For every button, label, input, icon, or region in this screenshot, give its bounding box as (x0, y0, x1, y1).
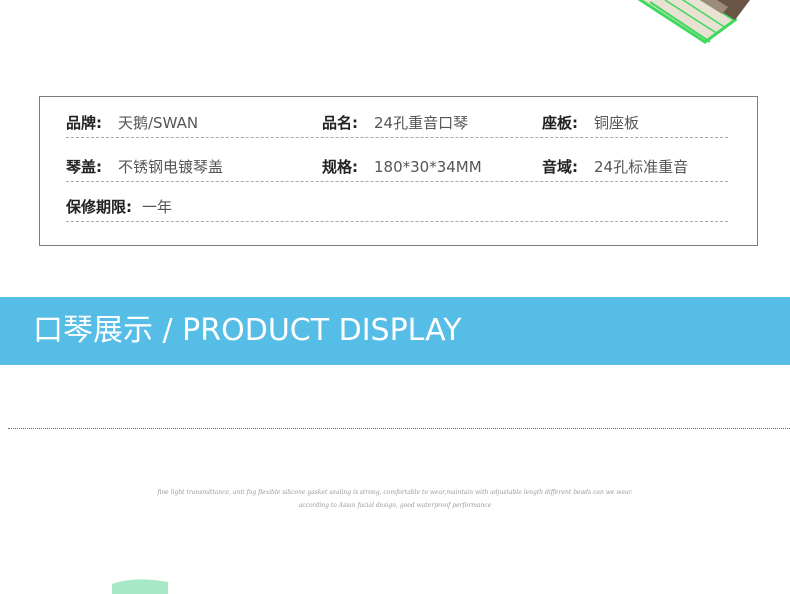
spec-label: 音域: (542, 158, 578, 176)
spec-row: 琴盖: 不锈钢电镀琴盖 规格: 180*30*34MM 音域: 24孔标准重音 (66, 141, 728, 182)
spec-value: 一年 (142, 198, 173, 216)
harmonica-image (112, 579, 168, 594)
spec-product-name: 品名: 24孔重音口琴 (322, 114, 468, 132)
spec-value: 天鹅/SWAN (118, 114, 199, 132)
spec-value: 不锈钢电镀琴盖 (118, 158, 224, 176)
spec-warranty: 保修期限: 一年 (66, 198, 172, 216)
spec-label: 保修期限: (66, 198, 132, 216)
spec-value: 24孔标准重音 (594, 158, 689, 176)
spec-size: 规格: 180*30*34MM (322, 158, 482, 176)
description-line-1: fine light transmittance, anti fog flexi… (157, 489, 633, 496)
description-line-2: according to Asian facial design, good w… (298, 502, 492, 509)
spec-row: 品牌: 天鹅/SWAN 品名: 24孔重音口琴 座板: 铜座板 (66, 97, 728, 138)
spec-label: 琴盖: (66, 158, 102, 176)
divider (8, 428, 790, 429)
spec-value: 铜座板 (594, 114, 640, 132)
spec-brand: 品牌: 天鹅/SWAN (66, 114, 198, 132)
harmonica-case-image (637, 0, 750, 44)
spec-label: 品牌: (66, 114, 102, 132)
spec-base-plate: 座板: 铜座板 (542, 114, 639, 132)
product-display-banner: 口琴展示 / PRODUCT DISPLAY (0, 297, 790, 365)
spec-range: 音域: 24孔标准重音 (542, 158, 688, 176)
spec-value: 24孔重音口琴 (374, 114, 469, 132)
spec-label: 规格: (322, 158, 358, 176)
specs-table: 品牌: 天鹅/SWAN 品名: 24孔重音口琴 座板: 铜座板 琴盖: 不锈钢电镀琴盖 … (39, 96, 758, 246)
spec-cover: 琴盖: 不锈钢电镀琴盖 (66, 158, 223, 176)
spec-label: 座板: (542, 114, 578, 132)
spec-row: 保修期限: 一年 (66, 181, 728, 222)
spec-label: 品名: (322, 114, 358, 132)
banner-title: 口琴展示 / PRODUCT DISPLAY (33, 313, 462, 348)
spec-value: 180*30*34MM (374, 158, 482, 176)
